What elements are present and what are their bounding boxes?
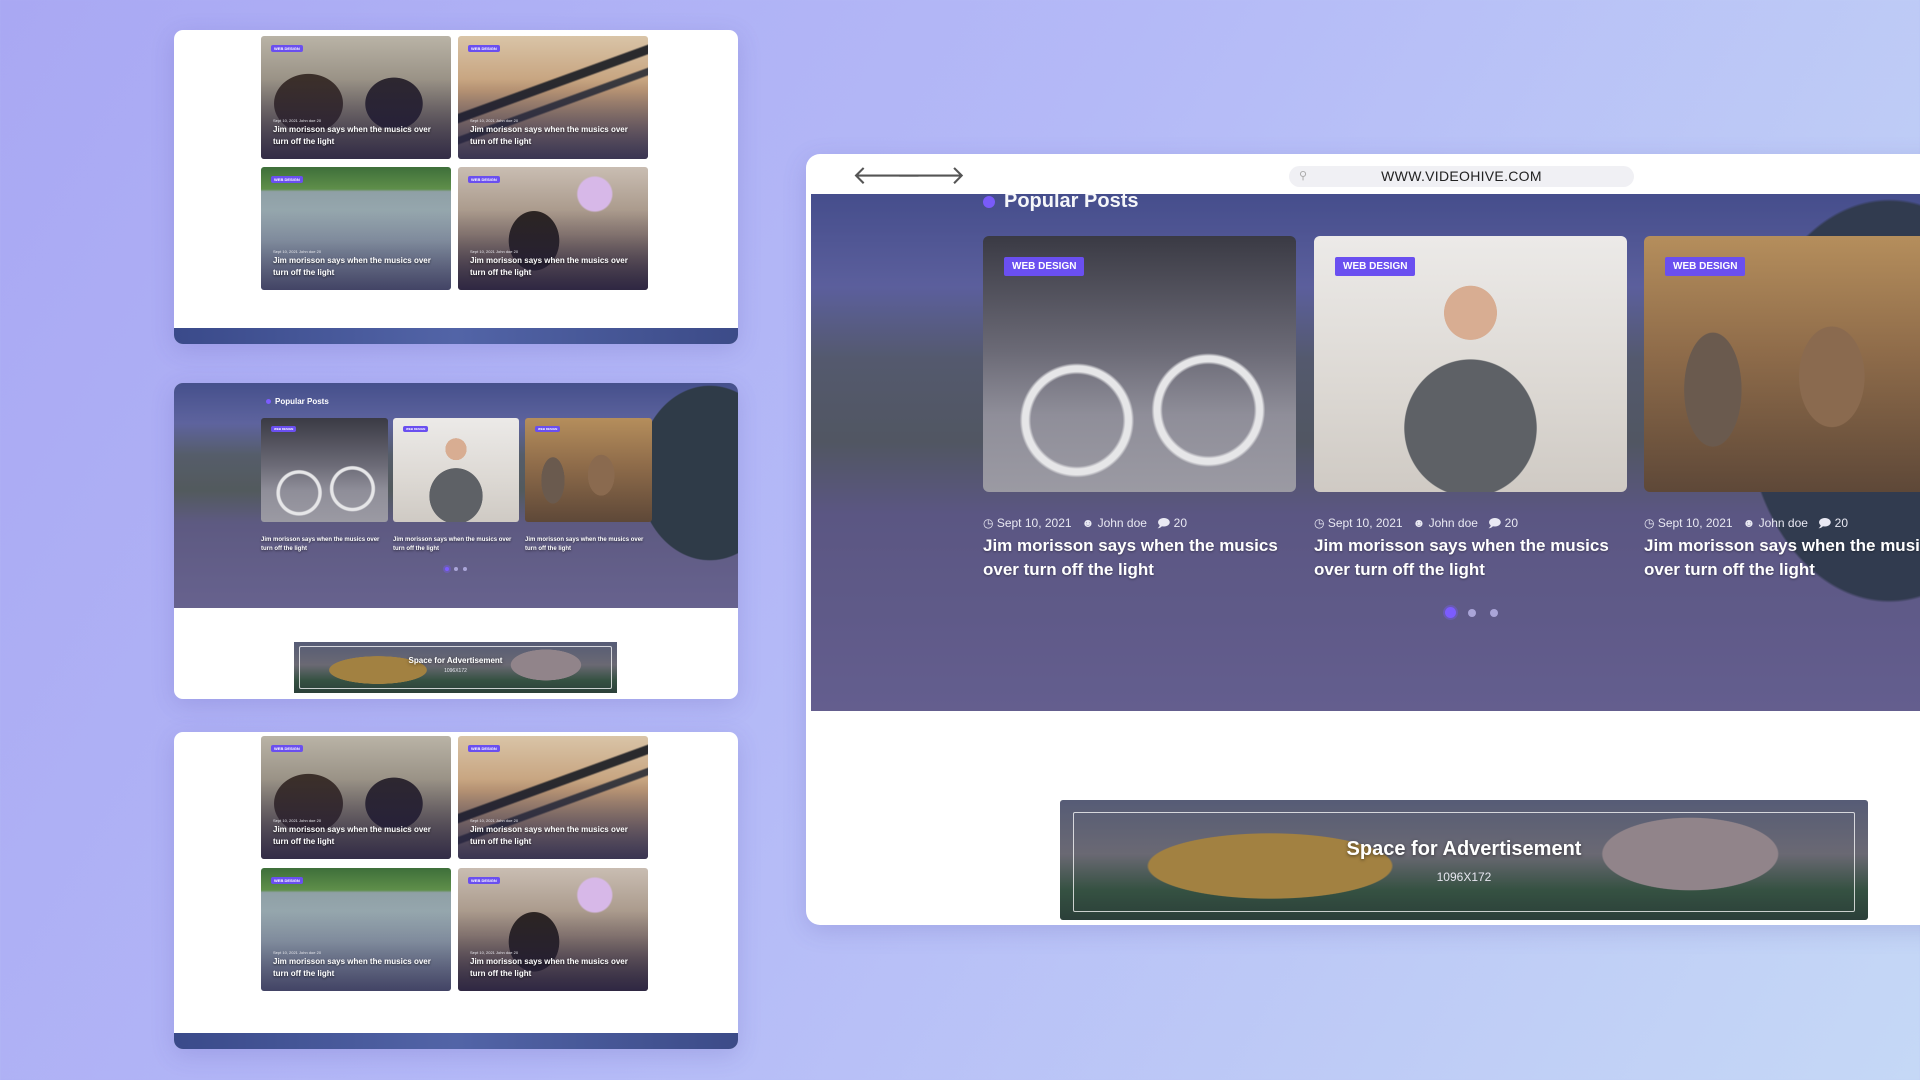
- footer-strip: [174, 328, 738, 344]
- ad-size: 1096X172: [444, 668, 467, 674]
- post-meta: Sept 10, 2021 John doe 20: [273, 950, 322, 955]
- clock-icon: ◷: [1644, 516, 1655, 530]
- post-meta: ◷ Sept 10, 2021 ☻ John doe 🗩 20: [983, 516, 1187, 530]
- slider-dot[interactable]: [463, 567, 467, 571]
- search-icon: ⚲: [1299, 170, 1308, 182]
- category-badge: WEB DESIGN: [271, 426, 297, 432]
- post-card[interactable]: WEB DESIGN: [393, 418, 519, 522]
- category-badge: WEB DESIGN: [271, 45, 303, 52]
- category-badge: WEB DESIGN: [468, 45, 500, 52]
- post-meta: Sept 10, 2021 John doe 20: [470, 950, 519, 955]
- post-meta: ◷ Sept 10, 2021 ☻ John doe 🗩 20: [1314, 516, 1518, 530]
- slider-dot[interactable]: [1468, 609, 1476, 617]
- post-card[interactable]: WEB DESIGN: [261, 418, 388, 522]
- popular-posts-hero: Popular Posts WEB DESIGN WEB DESIGN WEB …: [174, 383, 738, 608]
- preview-panel-grid-top: WEB DESIGN Sept 10, 2021 John doe 20 Jim…: [174, 30, 738, 344]
- post-title[interactable]: Jim morisson says when the musics over t…: [470, 956, 640, 980]
- post-title[interactable]: Jim morisson says when the musics over t…: [273, 255, 443, 279]
- slider-dot[interactable]: [1445, 607, 1456, 618]
- popular-posts-hero: Popular Posts WEB DESIGN ◷ Sept 10, 2021…: [811, 194, 1920, 711]
- category-badge: WEB DESIGN: [271, 745, 303, 752]
- category-badge: WEB DESIGN: [1004, 257, 1085, 276]
- section-heading: Popular Posts: [266, 397, 329, 406]
- slider-dot[interactable]: [1490, 609, 1498, 617]
- post-card[interactable]: WEB DESIGN Sept 10, 2021 John doe 20 Jim…: [261, 736, 451, 859]
- category-badge: WEB DESIGN: [535, 426, 561, 432]
- post-meta: Sept 10, 2021 John doe 20: [273, 818, 322, 823]
- advertisement-banner[interactable]: Space for Advertisement 1096X172: [1060, 800, 1868, 920]
- post-card[interactable]: WEB DESIGN Sept 10, 2021 John doe 20 Jim…: [458, 36, 648, 159]
- post-meta: Sept 10, 2021 John doe 20: [470, 249, 519, 254]
- post-title[interactable]: Jim morisson says when the musics over t…: [525, 536, 650, 554]
- preview-panel-grid-bottom: WEB DESIGN Sept 10, 2021 John doe 20 Jim…: [174, 732, 738, 1049]
- post-card[interactable]: WEB DESIGN Sept 10, 2021 John doe 20 Jim…: [261, 868, 451, 991]
- url-text: WWW.VIDEOHIVE.COM: [1381, 168, 1542, 184]
- comment-icon: 🗩: [1817, 516, 1832, 530]
- post-meta: Sept 10, 2021 John doe 20: [273, 249, 322, 254]
- post-card[interactable]: WEB DESIGN Sept 10, 2021 John doe 20 Jim…: [458, 868, 648, 991]
- post-title[interactable]: Jim morisson says when the musics over t…: [273, 956, 443, 980]
- post-meta: Sept 10, 2021 John doe 20: [470, 118, 519, 123]
- post-card[interactable]: WEB DESIGN: [1644, 236, 1920, 492]
- post-meta: ◷ Sept 10, 2021 ☻ John doe 🗩 20: [1644, 516, 1848, 530]
- category-badge: WEB DESIGN: [468, 877, 500, 884]
- clock-icon: ◷: [983, 516, 994, 530]
- post-card[interactable]: WEB DESIGN Sept 10, 2021 John doe 20 Jim…: [458, 167, 648, 290]
- user-icon: ☻: [1081, 516, 1095, 530]
- post-title[interactable]: Jim morisson says when the musics over t…: [470, 255, 640, 279]
- ad-size: 1096X172: [1436, 870, 1492, 884]
- user-icon: ☻: [1412, 516, 1426, 530]
- slider-dot[interactable]: [445, 567, 449, 571]
- post-title[interactable]: Jim morisson says when the musics over t…: [273, 124, 443, 148]
- post-title[interactable]: Jim morisson says when the musics over t…: [1314, 534, 1614, 582]
- post-title[interactable]: Jim morisson says when the musics over t…: [983, 534, 1283, 582]
- post-title[interactable]: Jim morisson says when the musics over t…: [393, 536, 518, 554]
- footer-strip: [174, 1033, 738, 1049]
- ad-title: Space for Advertisement: [408, 656, 503, 665]
- post-card[interactable]: WEB DESIGN: [1314, 236, 1627, 492]
- post-meta: Sept 10, 2021 John doe 20: [470, 818, 519, 823]
- clock-icon: ◷: [1314, 516, 1325, 530]
- post-title[interactable]: Jim morisson says when the musics over t…: [273, 824, 443, 848]
- post-title[interactable]: Jim morisson says when the musics over t…: [470, 124, 640, 148]
- category-badge: WEB DESIGN: [271, 877, 303, 884]
- advertisement-banner[interactable]: Space for Advertisement 1096X172: [294, 642, 617, 693]
- category-badge: WEB DESIGN: [1335, 257, 1416, 276]
- category-badge: WEB DESIGN: [271, 176, 303, 183]
- post-title[interactable]: Jim morisson says when the musics over t…: [1644, 534, 1920, 582]
- user-icon: ☻: [1742, 516, 1756, 530]
- post-card[interactable]: WEB DESIGN: [525, 418, 652, 522]
- preview-panel-popular: Popular Posts WEB DESIGN WEB DESIGN WEB …: [174, 383, 738, 699]
- post-title[interactable]: Jim morisson says when the musics over t…: [261, 536, 386, 554]
- comment-icon: 🗩: [1156, 516, 1171, 530]
- browser-window: 🡐 🡒 ⚲ WWW.VIDEOHIVE.COM Popular Posts WE…: [806, 154, 1920, 925]
- address-bar[interactable]: ⚲ WWW.VIDEOHIVE.COM: [1289, 166, 1634, 187]
- comment-icon: 🗩: [1487, 516, 1502, 530]
- ad-title: Space for Advertisement: [1346, 838, 1582, 860]
- post-card[interactable]: WEB DESIGN Sept 10, 2021 John doe 20 Jim…: [458, 736, 648, 859]
- category-badge: WEB DESIGN: [468, 745, 500, 752]
- forward-arrow-icon[interactable]: 🡒: [896, 160, 966, 191]
- category-badge: WEB DESIGN: [1665, 257, 1746, 276]
- slider-dot[interactable]: [454, 567, 458, 571]
- section-heading: Popular Posts: [983, 194, 1138, 213]
- post-card[interactable]: WEB DESIGN Sept 10, 2021 John doe 20 Jim…: [261, 167, 451, 290]
- category-badge: WEB DESIGN: [468, 176, 500, 183]
- post-title[interactable]: Jim morisson says when the musics over t…: [470, 824, 640, 848]
- post-meta: Sept 10, 2021 John doe 20: [273, 118, 322, 123]
- category-badge: WEB DESIGN: [403, 426, 429, 432]
- post-card[interactable]: WEB DESIGN: [983, 236, 1296, 492]
- post-card[interactable]: WEB DESIGN Sept 10, 2021 John doe 20 Jim…: [261, 36, 451, 159]
